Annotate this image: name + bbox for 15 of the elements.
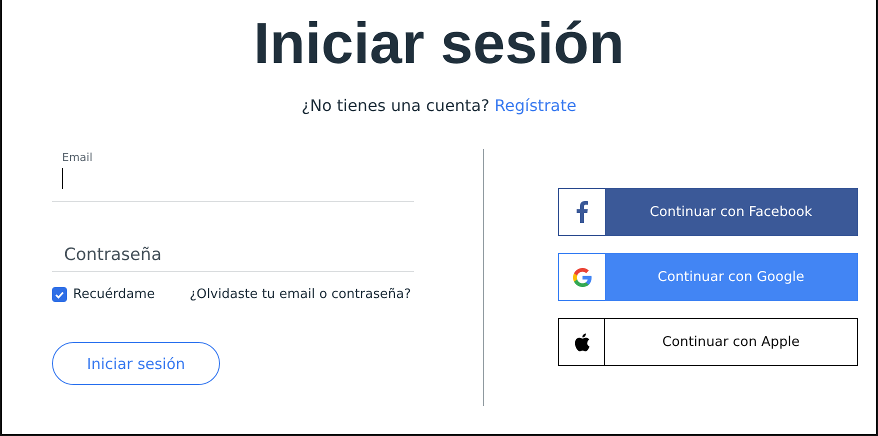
- google-logo-icon: [572, 268, 592, 286]
- email-field[interactable]: Email: [52, 149, 414, 202]
- apple-logo-icon: [574, 332, 590, 352]
- login-button[interactable]: Iniciar sesión: [52, 342, 220, 385]
- check-icon: [55, 290, 64, 298]
- facebook-login-button[interactable]: Continuar con Facebook: [558, 188, 858, 236]
- remember-checkbox[interactable]: [52, 287, 67, 302]
- remember-label: Recuérdame: [73, 287, 155, 302]
- facebook-logo-icon: [576, 201, 588, 223]
- google-login-button[interactable]: Continuar con Google: [558, 253, 858, 301]
- signup-prompt: ¿No tienes una cuenta?: [302, 96, 490, 115]
- signup-link[interactable]: Regístrate: [494, 96, 576, 115]
- page-title: Iniciar sesión: [252, 10, 626, 78]
- forgot-password-link[interactable]: ¿Olvidaste tu email o contraseña?: [190, 287, 411, 302]
- apple-login-button[interactable]: Continuar con Apple: [558, 318, 858, 366]
